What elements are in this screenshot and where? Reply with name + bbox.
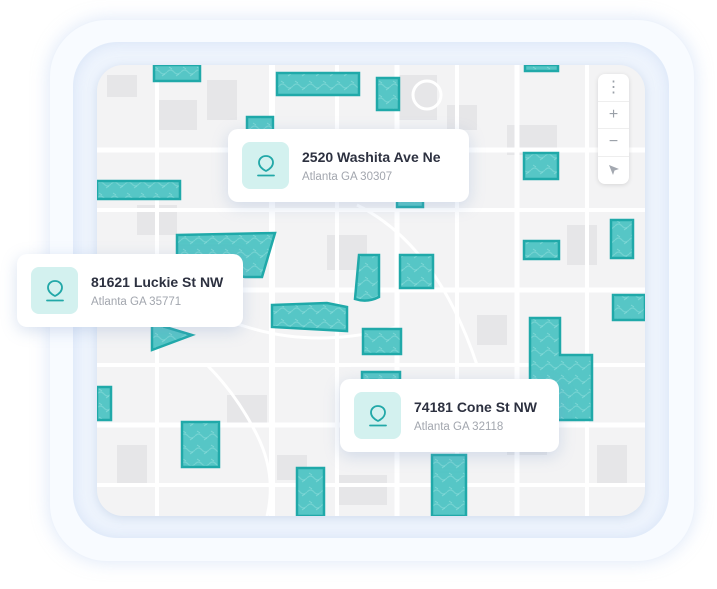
location-card[interactable]: 74181 Cone St NW Atlanta GA 32118 xyxy=(340,379,559,452)
parcel xyxy=(270,301,349,333)
card-text: 74181 Cone St NW Atlanta GA 32118 xyxy=(414,398,537,433)
address: 2520 Washita Ave Ne xyxy=(302,149,441,165)
locate-arrow-glyph xyxy=(608,165,619,176)
city: Atlanta GA 32118 xyxy=(414,421,504,433)
pin-icon xyxy=(354,392,401,439)
locate-arrow-icon[interactable] xyxy=(598,157,629,185)
pin-icon xyxy=(242,142,289,189)
city: Atlanta GA 30307 xyxy=(302,171,393,183)
address: 81621 Luckie St NW xyxy=(91,274,224,290)
parcel xyxy=(295,466,326,516)
parcel xyxy=(611,293,645,322)
parcel xyxy=(97,179,182,201)
parcel xyxy=(375,76,401,112)
card-text: 2520 Washita Ave Ne Atlanta GA 30307 xyxy=(302,148,441,183)
parcel xyxy=(353,253,381,302)
zoom-in-icon[interactable]: + xyxy=(598,102,629,129)
parcel xyxy=(180,420,221,469)
parcel xyxy=(609,218,635,260)
address: 74181 Cone St NW xyxy=(414,399,537,415)
location-card[interactable]: 2520 Washita Ave Ne Atlanta GA 30307 xyxy=(228,129,469,202)
zoom-out-icon[interactable]: − xyxy=(598,129,629,157)
parcel xyxy=(398,253,435,290)
pin-icon xyxy=(31,267,78,314)
parcel xyxy=(150,321,196,352)
parcel xyxy=(275,71,361,97)
map-controls: ⋮ + − xyxy=(598,74,629,184)
parcel xyxy=(522,151,560,181)
city: Atlanta GA 35771 xyxy=(91,296,182,308)
card-text: 81621 Luckie St NW Atlanta GA 35771 xyxy=(91,273,223,308)
parcel xyxy=(430,453,468,516)
parcel xyxy=(97,385,113,422)
parcel xyxy=(361,327,403,356)
parcel xyxy=(523,65,560,73)
more-options-icon[interactable]: ⋮ xyxy=(598,74,629,102)
location-card[interactable]: 81621 Luckie St NW Atlanta GA 35771 xyxy=(17,254,243,327)
parcel xyxy=(152,65,202,83)
stage: ⋮ + − 2520 Washita Ave Ne Atlanta GA 303… xyxy=(0,0,717,589)
parcel xyxy=(522,239,561,261)
